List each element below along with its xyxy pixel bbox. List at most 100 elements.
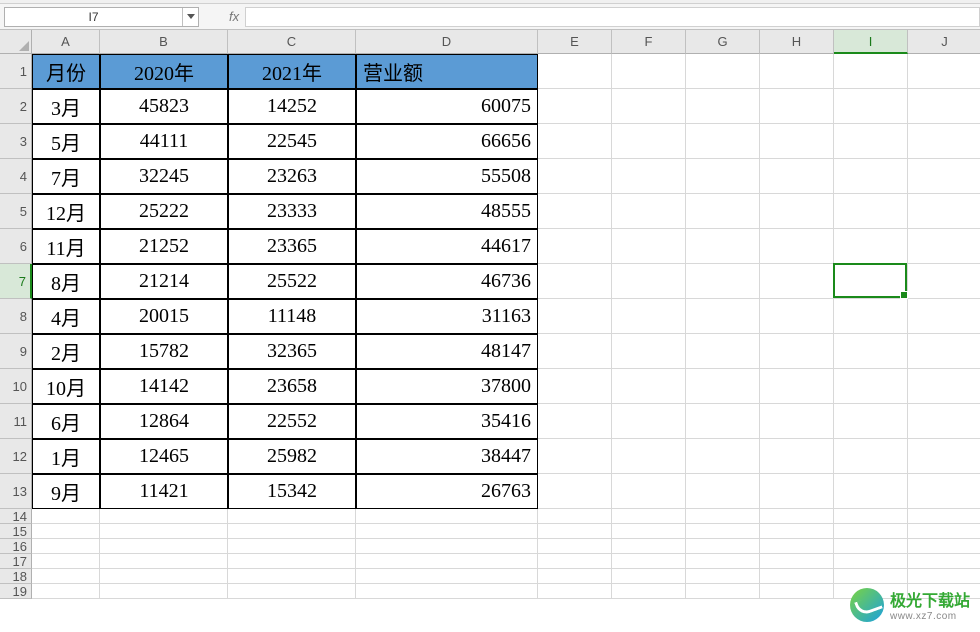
cell[interactable] [760, 539, 834, 554]
cell[interactable] [686, 54, 760, 89]
cell[interactable] [834, 539, 908, 554]
cell[interactable] [612, 229, 686, 264]
cell[interactable] [612, 124, 686, 159]
cell[interactable] [908, 539, 980, 554]
table-header-cell[interactable]: 2020年 [100, 54, 228, 89]
cell[interactable] [32, 539, 100, 554]
cell[interactable] [908, 229, 980, 264]
table-cell[interactable]: 14142 [100, 369, 228, 404]
table-cell[interactable]: 11148 [228, 299, 356, 334]
cell[interactable] [834, 474, 908, 509]
cell[interactable] [834, 509, 908, 524]
cell[interactable] [612, 439, 686, 474]
cell[interactable] [908, 369, 980, 404]
cell[interactable] [686, 584, 760, 599]
table-cell[interactable]: 23333 [228, 194, 356, 229]
table-cell[interactable]: 12465 [100, 439, 228, 474]
formula-input[interactable] [245, 7, 980, 27]
row-header-7[interactable]: 7 [0, 264, 32, 299]
column-header-I[interactable]: I [834, 30, 908, 54]
cell[interactable] [908, 404, 980, 439]
cell[interactable] [538, 124, 612, 159]
cell[interactable] [908, 194, 980, 229]
table-cell[interactable]: 1月 [32, 439, 100, 474]
row-header-15[interactable]: 15 [0, 524, 32, 539]
cell[interactable] [612, 54, 686, 89]
table-cell[interactable]: 14252 [228, 89, 356, 124]
cell[interactable] [538, 554, 612, 569]
cell[interactable] [612, 569, 686, 584]
column-header-B[interactable]: B [100, 30, 228, 54]
cell[interactable] [612, 264, 686, 299]
cell[interactable] [32, 569, 100, 584]
row-header-17[interactable]: 17 [0, 554, 32, 569]
table-cell[interactable]: 22552 [228, 404, 356, 439]
column-header-H[interactable]: H [760, 30, 834, 54]
column-header-D[interactable]: D [356, 30, 538, 54]
table-cell[interactable]: 66656 [356, 124, 538, 159]
cell[interactable] [32, 509, 100, 524]
cell[interactable] [908, 89, 980, 124]
table-cell[interactable]: 45823 [100, 89, 228, 124]
row-header-2[interactable]: 2 [0, 89, 32, 124]
cell[interactable] [538, 159, 612, 194]
table-cell[interactable]: 11月 [32, 229, 100, 264]
cell[interactable] [100, 539, 228, 554]
table-cell[interactable]: 7月 [32, 159, 100, 194]
row-header-9[interactable]: 9 [0, 334, 32, 369]
cell[interactable] [228, 554, 356, 569]
row-header-11[interactable]: 11 [0, 404, 32, 439]
table-cell[interactable]: 46736 [356, 264, 538, 299]
cell[interactable] [538, 194, 612, 229]
cell[interactable] [760, 54, 834, 89]
table-cell[interactable]: 55508 [356, 159, 538, 194]
cell[interactable] [686, 554, 760, 569]
cell[interactable] [908, 509, 980, 524]
cell[interactable] [760, 89, 834, 124]
cell[interactable] [538, 524, 612, 539]
table-cell[interactable]: 25222 [100, 194, 228, 229]
cell[interactable] [760, 369, 834, 404]
cell[interactable] [612, 509, 686, 524]
cell[interactable] [100, 584, 228, 599]
cell[interactable] [686, 569, 760, 584]
cell[interactable] [834, 334, 908, 369]
cell[interactable] [834, 159, 908, 194]
cell[interactable] [612, 554, 686, 569]
name-box-dropdown-icon[interactable] [182, 8, 198, 26]
row-header-1[interactable]: 1 [0, 54, 32, 89]
cell[interactable] [228, 584, 356, 599]
cell[interactable] [760, 584, 834, 599]
cell[interactable] [538, 404, 612, 439]
cell[interactable] [356, 554, 538, 569]
cell[interactable] [686, 439, 760, 474]
cell[interactable] [538, 474, 612, 509]
row-header-4[interactable]: 4 [0, 159, 32, 194]
cell[interactable] [686, 474, 760, 509]
cell[interactable] [834, 229, 908, 264]
table-cell[interactable]: 2月 [32, 334, 100, 369]
cell[interactable] [538, 439, 612, 474]
cell[interactable] [760, 439, 834, 474]
cell[interactable] [538, 89, 612, 124]
table-cell[interactable]: 23658 [228, 369, 356, 404]
table-cell[interactable]: 22545 [228, 124, 356, 159]
cell[interactable] [612, 584, 686, 599]
row-header-12[interactable]: 12 [0, 439, 32, 474]
cell[interactable] [686, 539, 760, 554]
table-header-cell[interactable]: 月份 [32, 54, 100, 89]
cell[interactable] [834, 404, 908, 439]
cell[interactable] [908, 554, 980, 569]
table-cell[interactable]: 23365 [228, 229, 356, 264]
cell[interactable] [834, 569, 908, 584]
table-header-cell[interactable]: 2021年 [228, 54, 356, 89]
row-header-18[interactable]: 18 [0, 569, 32, 584]
column-header-G[interactable]: G [686, 30, 760, 54]
cell[interactable] [100, 509, 228, 524]
cell[interactable] [760, 334, 834, 369]
cell[interactable] [538, 334, 612, 369]
cell[interactable] [760, 509, 834, 524]
table-cell[interactable]: 44111 [100, 124, 228, 159]
row-header-3[interactable]: 3 [0, 124, 32, 159]
cell[interactable] [356, 524, 538, 539]
